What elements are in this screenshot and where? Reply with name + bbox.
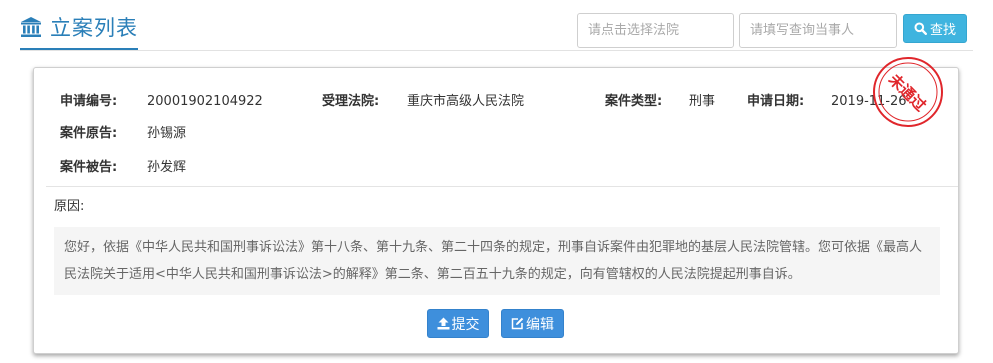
date-field: 申请日期: xyxy=(747,92,804,112)
edit-button[interactable]: 编辑 xyxy=(501,309,564,338)
reason-text: 您好，依据《中华人民共和国刑事诉讼法》第十八条、第十九条、第二十四条的规定，刑事… xyxy=(54,227,940,295)
type-value: 刑事 xyxy=(689,92,715,112)
plaintiff-value: 孙锡源 xyxy=(147,124,186,144)
search-button[interactable]: 查找 xyxy=(903,14,967,43)
submit-button[interactable]: 提交 xyxy=(427,309,489,338)
defendant-label: 案件被告: xyxy=(60,160,118,175)
edit-icon xyxy=(511,317,524,330)
search-icon xyxy=(914,22,927,35)
application-no-label: 申请编号: xyxy=(60,94,118,109)
court-field: 受理法院: xyxy=(322,92,379,112)
plaintiff-label: 案件原告: xyxy=(60,126,118,141)
application-no-value: 20001902104922 xyxy=(147,92,263,112)
case-card: 申请编号: 20001902104922 受理法院: 重庆市高级人民法院 案件类… xyxy=(33,67,959,354)
bank-icon xyxy=(21,17,41,37)
edit-button-label: 编辑 xyxy=(526,316,554,333)
page-header: 立案列表 查找 xyxy=(0,0,993,52)
rejected-stamp: 未通过 xyxy=(873,57,943,127)
court: 重庆市高级人民法院 xyxy=(407,94,525,109)
submit-button-label: 提交 xyxy=(451,316,480,333)
upload-icon xyxy=(437,317,449,330)
application-no-field: 申请编号: xyxy=(60,92,117,112)
defendant-value: 孙发辉 xyxy=(147,158,186,178)
type-field: 案件类型: xyxy=(605,92,662,112)
header-divider xyxy=(20,50,973,51)
plaintiff: 孙锡源 xyxy=(147,126,187,141)
court-select-input[interactable] xyxy=(577,13,734,48)
defendant: 孙发辉 xyxy=(147,160,187,175)
page-title: 立案列表 xyxy=(50,16,138,40)
card-divider xyxy=(46,186,958,187)
application-no: 20001902104922 xyxy=(147,94,263,109)
page-title-area: 立案列表 xyxy=(20,14,138,50)
search-button-label: 查找 xyxy=(929,23,956,38)
plaintiff-field: 案件原告: xyxy=(60,124,117,144)
date-label: 申请日期: xyxy=(747,94,805,109)
defendant-field: 案件被告: xyxy=(60,158,117,178)
court-label: 受理法院: xyxy=(322,94,380,109)
case-type: 刑事 xyxy=(689,94,716,109)
party-search-input[interactable] xyxy=(739,13,897,48)
court-value: 重庆市高级人民法院 xyxy=(407,92,524,112)
reason-label: 原因: xyxy=(54,199,85,214)
stamp-text: 未通过 xyxy=(884,70,929,115)
type-label: 案件类型: xyxy=(605,94,663,109)
